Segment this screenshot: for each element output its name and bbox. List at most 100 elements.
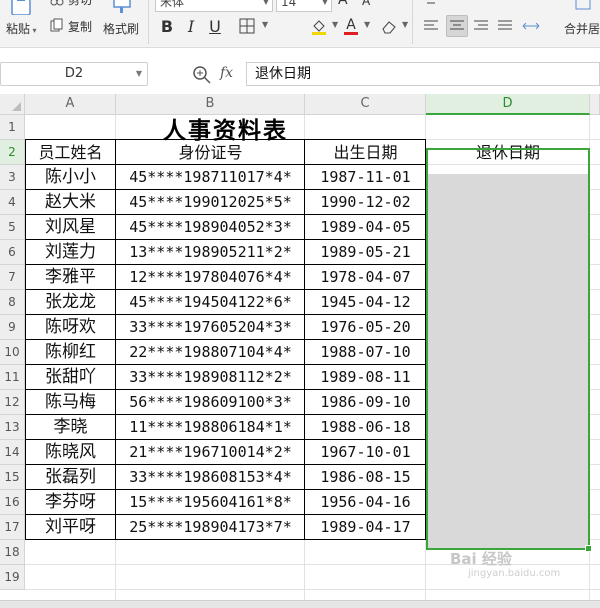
underline-button[interactable]: U — [204, 15, 226, 37]
id-number-cell[interactable]: 13****198905211*2* — [116, 240, 305, 265]
copy-button[interactable]: 复制 — [68, 18, 92, 35]
birth-date-cell[interactable]: 1989-04-17 — [305, 515, 426, 540]
format-painter-icon[interactable] — [112, 0, 132, 14]
name-box[interactable]: D2 ▼ — [0, 62, 148, 86]
employee-name-cell[interactable]: 陈马梅 — [25, 390, 116, 415]
id-number-cell[interactable]: 33****197605204*3* — [116, 315, 305, 340]
row-header-10[interactable]: 10 — [0, 340, 25, 365]
justify-icon[interactable] — [494, 15, 516, 37]
birth-date-cell[interactable]: 1989-05-21 — [305, 240, 426, 265]
bold-button[interactable]: B — [156, 15, 178, 37]
chevron-down-icon[interactable]: ▼ — [262, 20, 268, 29]
birth-date-cell[interactable]: 1956-04-16 — [305, 490, 426, 515]
birth-date-cell[interactable]: 1988-07-10 — [305, 340, 426, 365]
column-header-c[interactable]: C — [305, 94, 426, 115]
birth-date-cell[interactable]: 1988-06-18 — [305, 415, 426, 440]
row-header-9[interactable]: 9 — [0, 315, 25, 340]
employee-name-cell[interactable]: 张甜吖 — [25, 365, 116, 390]
paste-button[interactable]: 粘贴 ▾ — [6, 20, 37, 37]
birth-date-cell[interactable]: 1989-08-11 — [305, 365, 426, 390]
row-header-2[interactable]: 2 — [0, 140, 25, 165]
row-header-16[interactable]: 16 — [0, 490, 25, 515]
id-number-cell[interactable]: 45****198711017*4* — [116, 165, 305, 190]
birth-date-cell[interactable]: 1986-08-15 — [305, 465, 426, 490]
id-number-cell[interactable]: 45****198904052*3* — [116, 215, 305, 240]
fill-color-icon[interactable] — [308, 15, 330, 37]
clear-format-icon[interactable] — [378, 15, 400, 37]
merge-center-icon[interactable] — [572, 0, 594, 14]
decrease-font-icon[interactable]: A — [362, 0, 370, 8]
align-center-icon[interactable] — [446, 15, 468, 37]
column-header-d[interactable]: D — [426, 94, 590, 115]
id-number-cell[interactable]: 33****198908112*2* — [116, 365, 305, 390]
fill-handle[interactable] — [585, 545, 592, 552]
font-size-select[interactable]: 14 ▼ — [276, 0, 332, 12]
birth-date-cell[interactable]: 1987-11-01 — [305, 165, 426, 190]
employee-name-cell[interactable]: 刘平呀 — [25, 515, 116, 540]
birth-date-cell[interactable]: 1976-05-20 — [305, 315, 426, 340]
font-color-button[interactable]: A — [340, 15, 362, 37]
id-number-cell[interactable]: 56****198609100*3* — [116, 390, 305, 415]
row-header-12[interactable]: 12 — [0, 390, 25, 415]
font-name-select[interactable]: 宋体 ▼ — [155, 0, 273, 12]
header-cell[interactable]: 身份证号 — [116, 140, 305, 165]
employee-name-cell[interactable]: 陈小小 — [25, 165, 116, 190]
id-number-cell[interactable]: 25****198904173*7* — [116, 515, 305, 540]
zoom-icon[interactable] — [192, 65, 212, 85]
row-header-17[interactable]: 17 — [0, 515, 25, 540]
row-header-14[interactable]: 14 — [0, 440, 25, 465]
row-header-6[interactable]: 6 — [0, 240, 25, 265]
birth-date-cell[interactable]: 1989-04-05 — [305, 215, 426, 240]
birth-date-cell[interactable]: 1967-10-01 — [305, 440, 426, 465]
chevron-down-icon[interactable]: ▼ — [364, 20, 370, 29]
header-cell[interactable]: 员工姓名 — [25, 140, 116, 165]
birth-date-cell[interactable]: 1990-12-02 — [305, 190, 426, 215]
row-header-5[interactable]: 5 — [0, 215, 25, 240]
employee-name-cell[interactable]: 陈晓风 — [25, 440, 116, 465]
column-header-a[interactable]: A — [25, 94, 116, 115]
column-header-b[interactable]: B — [116, 94, 305, 115]
row-header-19[interactable]: 19 — [0, 565, 25, 590]
birth-date-cell[interactable]: 1978-04-07 — [305, 265, 426, 290]
row-header-4[interactable]: 4 — [0, 190, 25, 215]
header-cell[interactable]: 出生日期 — [305, 140, 426, 165]
cut-icon[interactable] — [50, 0, 64, 6]
birth-date-cell[interactable]: 1945-04-12 — [305, 290, 426, 315]
copy-icon[interactable] — [50, 18, 64, 32]
format-painter-button[interactable]: 格式刷 — [103, 20, 139, 37]
chevron-down-icon[interactable]: ▼ — [402, 20, 408, 29]
id-number-cell[interactable]: 33****198608153*4* — [116, 465, 305, 490]
borders-icon[interactable] — [236, 15, 258, 37]
select-all-corner[interactable] — [0, 94, 25, 115]
id-number-cell[interactable]: 12****197804076*4* — [116, 265, 305, 290]
id-number-cell[interactable]: 22****198807104*4* — [116, 340, 305, 365]
employee-name-cell[interactable]: 张龙龙 — [25, 290, 116, 315]
row-header-13[interactable]: 13 — [0, 415, 25, 440]
employee-name-cell[interactable]: 陈柳红 — [25, 340, 116, 365]
italic-button[interactable]: I — [180, 15, 202, 37]
selection-range[interactable] — [426, 148, 590, 550]
employee-name-cell[interactable]: 李芬呀 — [25, 490, 116, 515]
employee-name-cell[interactable]: 李雅平 — [25, 265, 116, 290]
employee-name-cell[interactable]: 刘风星 — [25, 215, 116, 240]
row-header-3[interactable]: 3 — [0, 165, 25, 190]
employee-name-cell[interactable]: 赵大米 — [25, 190, 116, 215]
column-header-e[interactable] — [590, 94, 600, 115]
paste-icon[interactable] — [8, 0, 34, 16]
align-left-icon[interactable] — [420, 15, 442, 37]
merge-center-button[interactable]: 合并居 — [564, 20, 600, 37]
row-header-1[interactable]: 1 — [0, 115, 25, 140]
id-number-cell[interactable]: 45****194504122*6* — [116, 290, 305, 315]
employee-name-cell[interactable]: 陈呀欢 — [25, 315, 116, 340]
id-number-cell[interactable]: 15****195604161*8* — [116, 490, 305, 515]
row-header-18[interactable]: 18 — [0, 540, 25, 565]
row-header-15[interactable]: 15 — [0, 465, 25, 490]
row-header-11[interactable]: 11 — [0, 365, 25, 390]
distribute-icon[interactable] — [520, 15, 542, 37]
increase-font-icon[interactable]: A — [338, 0, 348, 8]
fx-icon[interactable]: fx — [220, 65, 233, 81]
employee-name-cell[interactable]: 张磊列 — [25, 465, 116, 490]
row-header-7[interactable]: 7 — [0, 265, 25, 290]
birth-date-cell[interactable]: 1986-09-10 — [305, 390, 426, 415]
id-number-cell[interactable]: 21****196710014*2* — [116, 440, 305, 465]
